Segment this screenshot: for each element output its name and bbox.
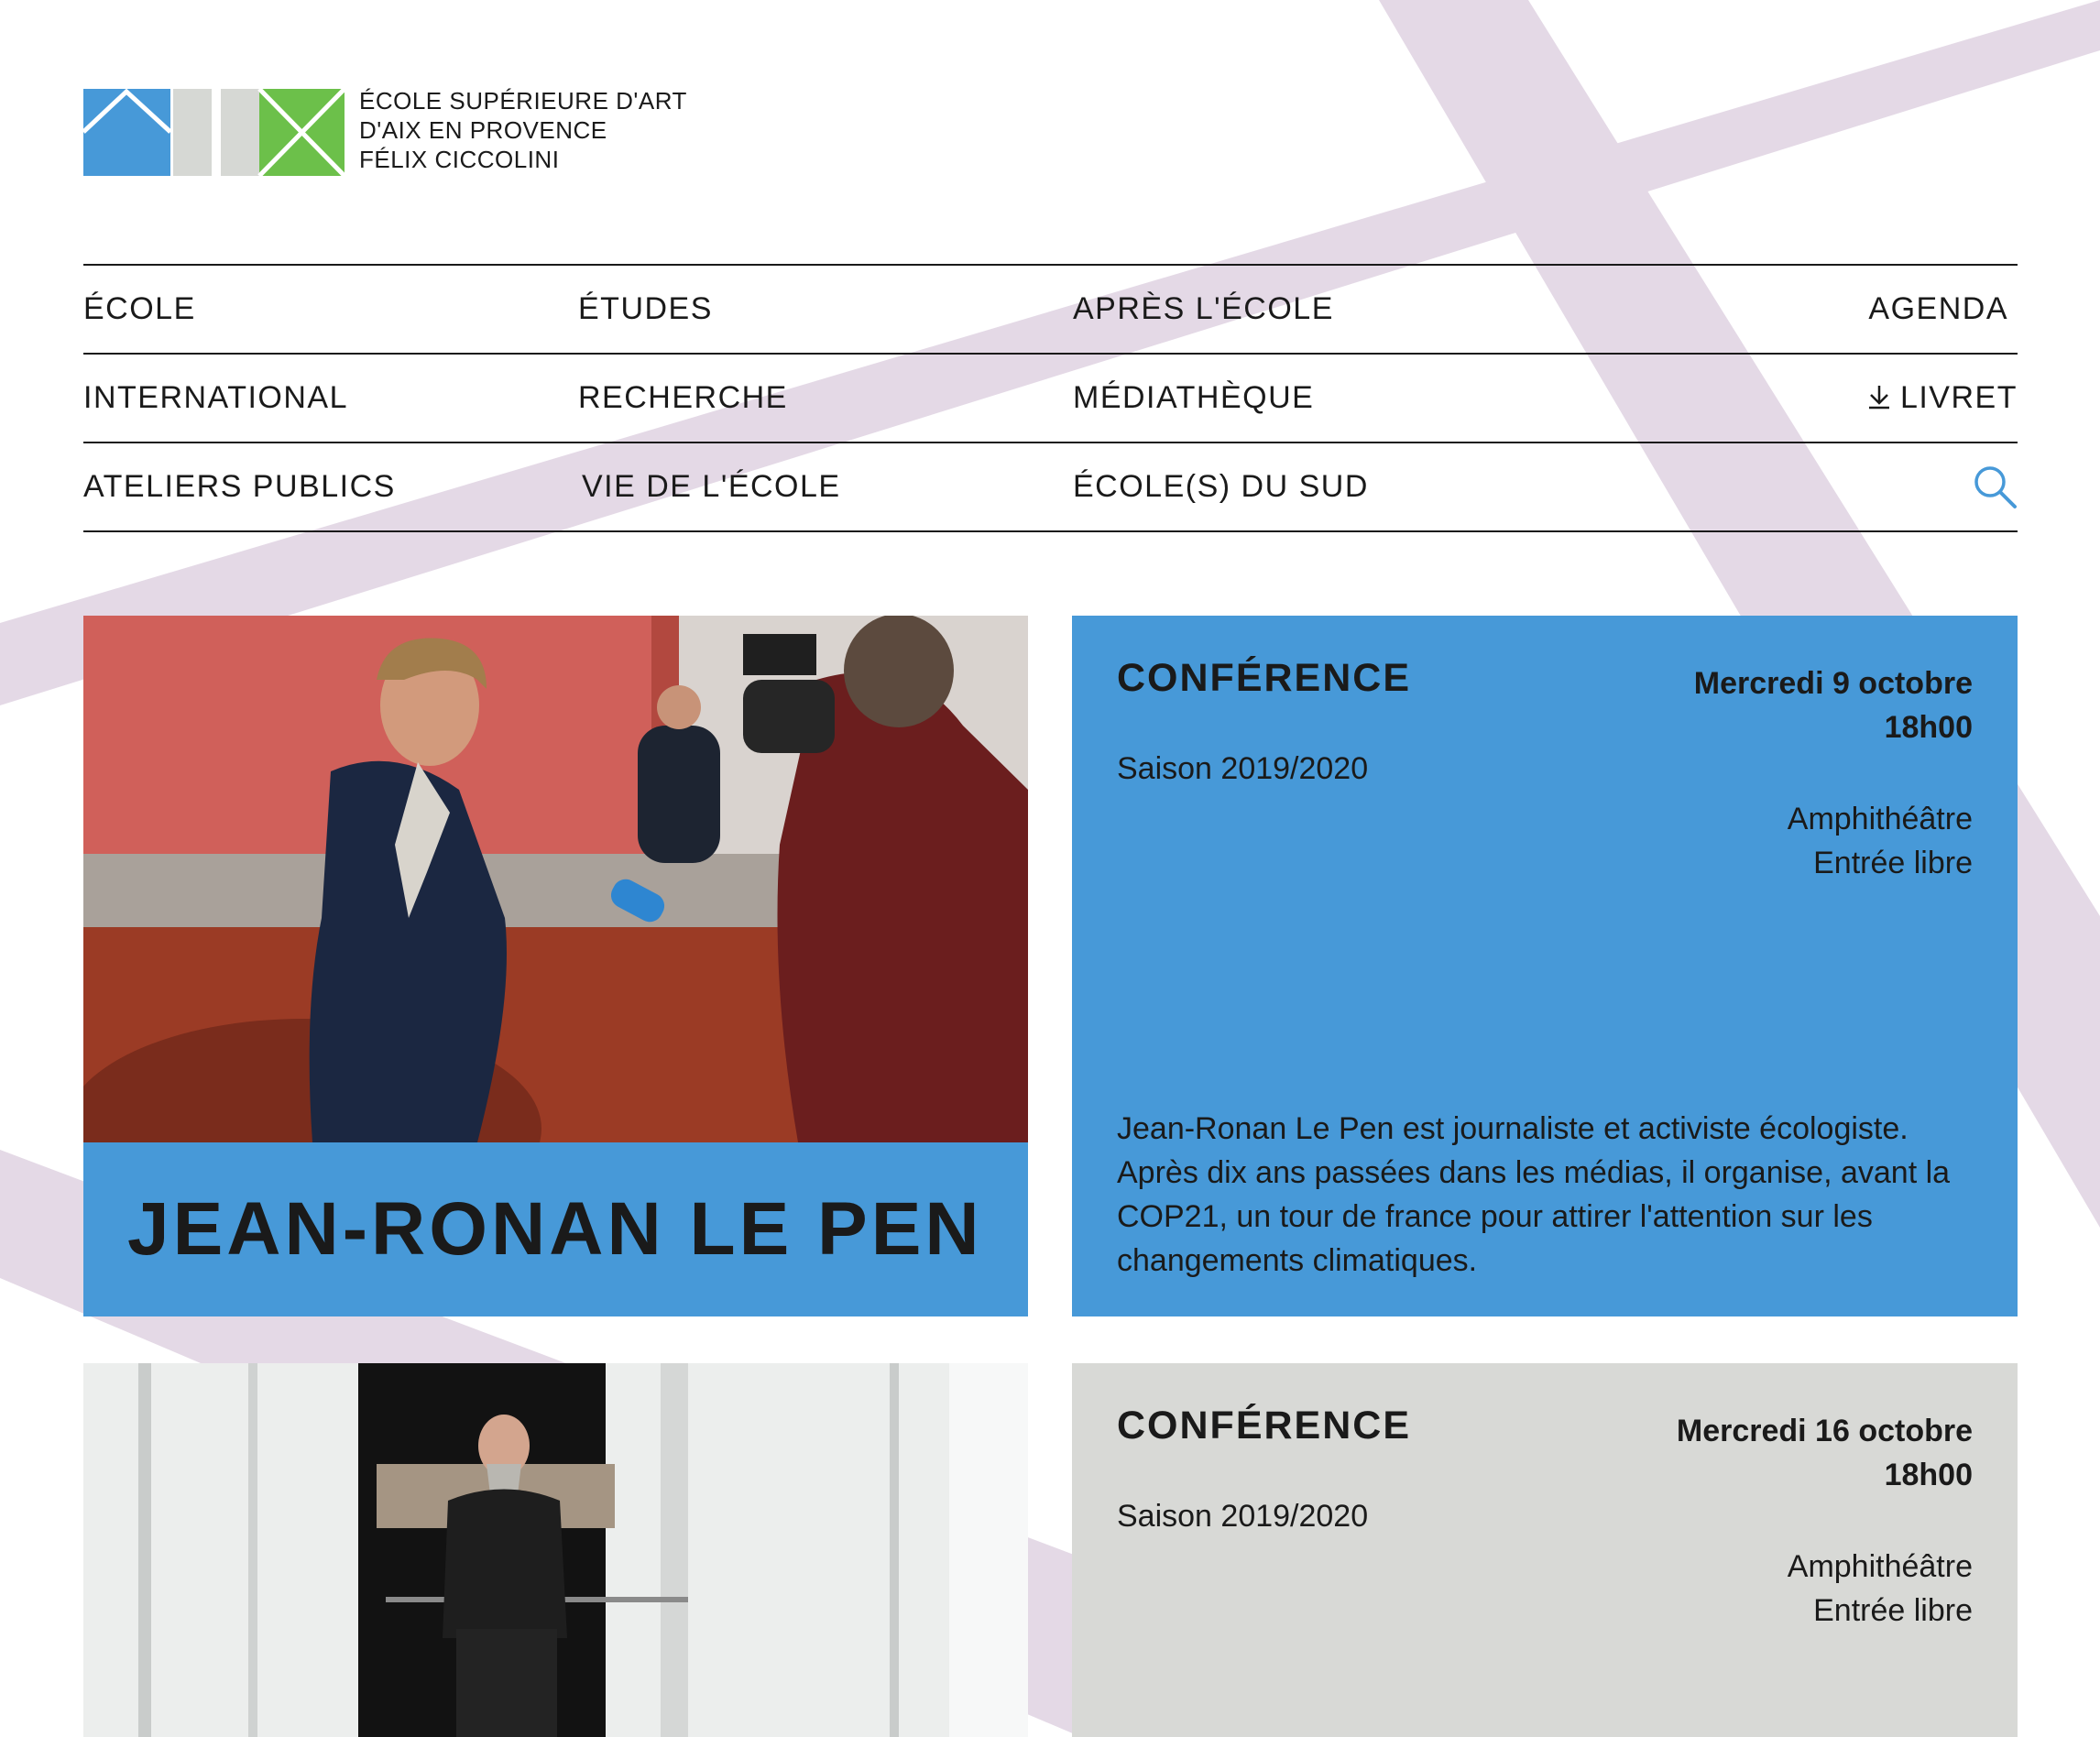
nav-etudes[interactable]: ÉTUDES — [578, 266, 713, 353]
event-card-2[interactable]: CONFÉRENCE Saison 2019/2020 Mercredi 16 … — [1072, 1363, 2018, 1737]
event-photo-2[interactable] — [83, 1363, 1028, 1737]
school-name-line2: D'AIX EN PROVENCE — [359, 116, 607, 144]
search-icon[interactable] — [1972, 464, 2018, 509]
event-place: Amphithéâtre Entrée libre — [1788, 1545, 1973, 1633]
event-admission: Entrée libre — [1813, 846, 1973, 880]
event-photo-1[interactable] — [83, 616, 1028, 1142]
event-venue: Amphithéâtre — [1787, 1549, 1973, 1584]
event-date-time: 18h00 — [1884, 710, 1973, 745]
event-place: Amphithéâtre Entrée libre — [1788, 797, 1973, 885]
nav-row: INTERNATIONAL RECHERCHE MÉDIATHÈQUE LIVR… — [83, 353, 2018, 442]
nav-livret[interactable]: LIVRET — [1865, 355, 2018, 442]
event-date-day: Mercredi 16 octobre — [1676, 1414, 1973, 1448]
event-card-1[interactable]: CONFÉRENCE Saison 2019/2020 Mercredi 9 o… — [1072, 616, 2018, 1316]
main-nav: ÉCOLE ÉTUDES APRÈS L'ÉCOLE AGENDA INTERN… — [83, 264, 2018, 532]
nav-ecoles-du-sud[interactable]: ÉCOLE(S) DU SUD — [1073, 443, 1369, 530]
event-description: Jean-Ronan Le Pen est journaliste et act… — [1117, 1111, 1951, 1278]
school-name-line1: ÉCOLE SUPÉRIEURE D'ART — [359, 87, 687, 115]
nav-vie-ecole[interactable]: VIE DE L'ÉCOLE — [582, 443, 841, 530]
nav-row: ATELIERS PUBLICS VIE DE L'ÉCOLE ÉCOLE(S)… — [83, 442, 2018, 532]
event-title-1[interactable]: JEAN-RONAN LE PEN — [83, 1142, 1028, 1316]
school-name[interactable]: ÉCOLE SUPÉRIEURE D'ART D'AIX EN PROVENCE… — [359, 86, 687, 174]
event-season: Saison 2019/2020 — [1117, 1499, 1369, 1534]
event-photo-2-image — [83, 1363, 1028, 1737]
school-name-line3: FÉLIX CICCOLINI — [359, 146, 560, 173]
nav-row: ÉCOLE ÉTUDES APRÈS L'ÉCOLE AGENDA — [83, 264, 2018, 353]
nav-livret-label: LIVRET — [1899, 380, 2018, 415]
event-date: Mercredi 9 octobre 18h00 — [1694, 661, 1973, 749]
event-venue: Amphithéâtre — [1787, 802, 1973, 836]
nav-apres-ecole[interactable]: APRÈS L'ÉCOLE — [1073, 266, 1334, 353]
nav-ateliers-publics[interactable]: ATELIERS PUBLICS — [83, 443, 396, 530]
school-logo[interactable] — [83, 89, 345, 176]
download-icon — [1868, 386, 1889, 410]
nav-recherche[interactable]: RECHERCHE — [578, 355, 788, 442]
event-season: Saison 2019/2020 — [1117, 751, 1369, 786]
nav-ecole[interactable]: ÉCOLE — [83, 266, 196, 353]
event-type: CONFÉRENCE — [1117, 656, 1412, 700]
event-date-time: 18h00 — [1884, 1458, 1973, 1492]
nav-mediatheque[interactable]: MÉDIATHÈQUE — [1073, 355, 1314, 442]
event-type: CONFÉRENCE — [1117, 1404, 1412, 1448]
nav-international[interactable]: INTERNATIONAL — [83, 355, 348, 442]
event-date: Mercredi 16 octobre 18h00 — [1677, 1409, 1973, 1497]
event-admission: Entrée libre — [1813, 1593, 1973, 1628]
nav-agenda[interactable]: AGENDA — [1868, 266, 2008, 353]
event-date-day: Mercredi 9 octobre — [1693, 666, 1973, 701]
event-photo-1-image — [83, 616, 1028, 1142]
